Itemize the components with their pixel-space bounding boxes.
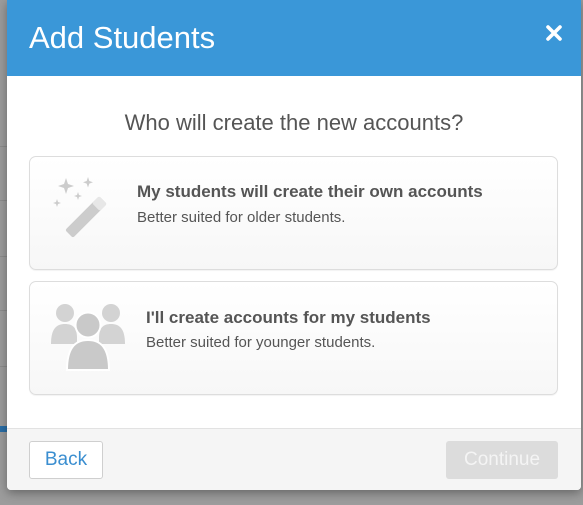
option-subtitle: Better suited for older students. (137, 209, 346, 226)
add-students-modal: Add Students Who will create the new acc… (7, 0, 581, 490)
modal-title: Add Students (29, 20, 216, 55)
close-button[interactable] (543, 22, 565, 44)
close-icon (546, 25, 562, 41)
back-button[interactable]: Back (29, 441, 103, 479)
option-subtitle: Better suited for younger students. (146, 334, 376, 351)
modal-header: Add Students (7, 0, 581, 76)
continue-button[interactable]: Continue (446, 441, 558, 479)
option-title: I'll create accounts for my students (146, 308, 431, 327)
group-icon (48, 298, 128, 377)
question-heading: Who will create the new accounts? (124, 110, 464, 135)
option-teacher-creates-accounts[interactable]: I'll create accounts for my students Bet… (29, 281, 558, 395)
option-title: My students will create their own accoun… (137, 182, 483, 201)
magic-wand-icon (48, 173, 120, 250)
modal-footer: Back Continue (7, 428, 581, 490)
option-students-create-own[interactable]: My students will create their own accoun… (29, 156, 558, 270)
